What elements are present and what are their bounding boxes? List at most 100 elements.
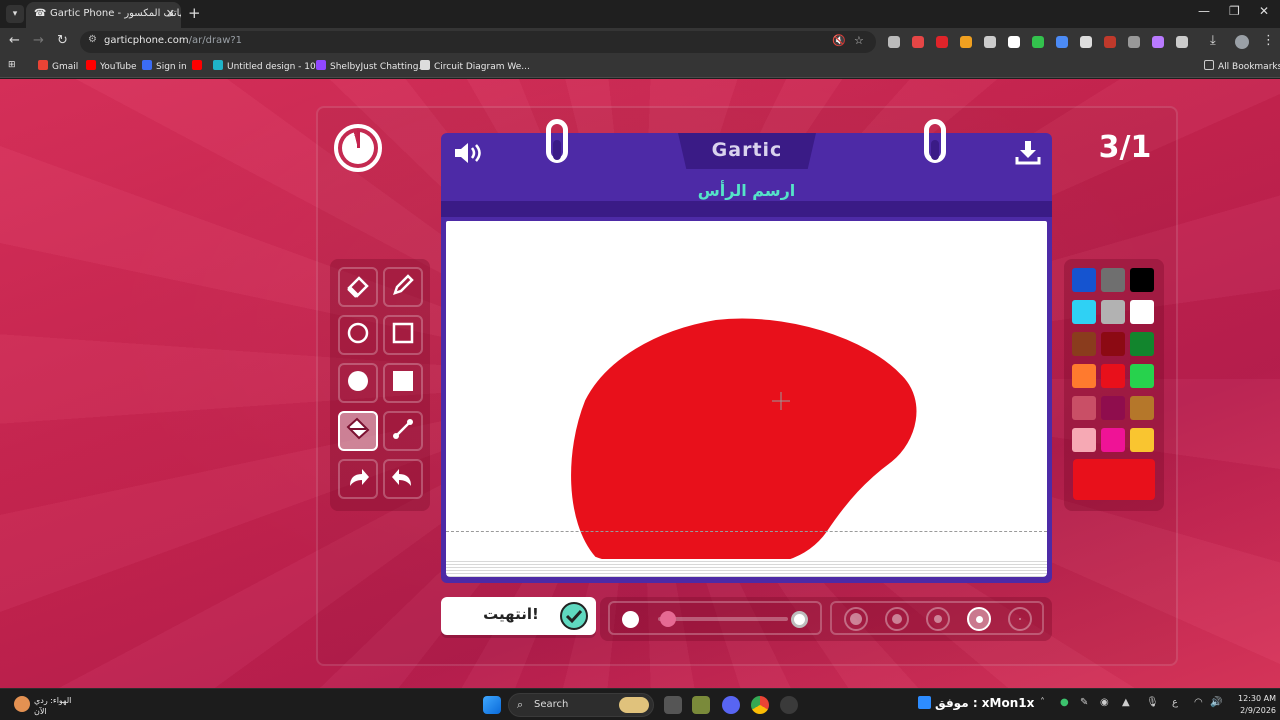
minecraft-icon[interactable] xyxy=(692,696,710,714)
bookmark-item[interactable]: Circuit Diagram We... xyxy=(420,60,530,72)
volume-icon[interactable]: 🔊 xyxy=(1210,697,1222,708)
undo-tool[interactable] xyxy=(383,459,423,499)
downloads-icon[interactable]: ⤓ xyxy=(1210,33,1216,48)
taskbar-search[interactable]: ⌕ Search xyxy=(508,693,654,717)
url-text[interactable]: garticphone.com/ar/draw?1 xyxy=(104,35,242,46)
tray-chevron-icon[interactable]: ˄ xyxy=(1040,697,1045,708)
download-icon[interactable] xyxy=(1015,141,1041,169)
ext-badge-icon[interactable] xyxy=(1104,36,1116,48)
brush-size-4[interactable] xyxy=(885,607,909,631)
site-info-icon[interactable]: ⚙ xyxy=(88,34,97,45)
puzzle-icon[interactable] xyxy=(1176,36,1188,48)
color-swatch[interactable] xyxy=(1101,364,1125,388)
tray-steam-icon[interactable]: ◉ xyxy=(1100,697,1109,708)
color-swatch[interactable] xyxy=(1101,268,1125,292)
bookmarks-bar: ⊞ Gmail YouTube Sign in Untitled design - 1… xyxy=(0,56,1280,78)
windows-start-icon[interactable] xyxy=(483,696,501,714)
ext-red-icon[interactable] xyxy=(912,36,924,48)
color-swatch[interactable] xyxy=(1130,332,1154,356)
sound-muted-icon[interactable]: 🔇 xyxy=(832,34,846,47)
bookmark-item[interactable]: Untitled design - 10... xyxy=(213,60,324,72)
ext-diamond-icon[interactable] xyxy=(1008,36,1020,48)
pencil-icon xyxy=(390,272,416,302)
apps-grid-icon[interactable]: ⊞ xyxy=(8,60,16,70)
ime-indicator[interactable]: ع xyxy=(1172,697,1178,708)
twitch-status[interactable]: موفق : xMon1x xyxy=(918,696,1034,710)
forward-icon[interactable]: → xyxy=(33,33,44,48)
microphone-icon[interactable]: 🎙 xyxy=(1146,697,1159,708)
ext-m-icon[interactable] xyxy=(1080,36,1092,48)
color-swatch[interactable] xyxy=(1072,300,1096,324)
wifi-icon[interactable]: ◠ xyxy=(1194,697,1203,708)
color-swatch[interactable] xyxy=(1130,364,1154,388)
tray-app-icon[interactable]: ▲ xyxy=(1122,697,1130,708)
close-window-icon[interactable]: ✕ xyxy=(1259,4,1269,18)
ext-hand-icon[interactable] xyxy=(960,36,972,48)
tray-pen-icon[interactable]: ✎ xyxy=(1080,697,1088,708)
bookmark-item[interactable]: Gmail xyxy=(38,60,78,72)
done-button[interactable]: انتهيت! xyxy=(441,597,596,635)
drawing-canvas[interactable] xyxy=(446,221,1047,573)
fill-bucket-tool[interactable] xyxy=(338,411,378,451)
ext-record-icon[interactable] xyxy=(936,36,948,48)
color-swatch[interactable] xyxy=(1130,268,1154,292)
rectangle-filled-tool[interactable] xyxy=(383,363,423,403)
color-swatch[interactable] xyxy=(1072,364,1096,388)
chrome-icon[interactable] xyxy=(751,696,769,714)
color-swatch[interactable] xyxy=(1072,332,1096,356)
color-swatch[interactable] xyxy=(1130,300,1154,324)
back-icon[interactable]: ← xyxy=(9,33,20,48)
ext-music-icon[interactable] xyxy=(1152,36,1164,48)
reload-icon[interactable]: ↻ xyxy=(57,33,68,48)
profile-avatar[interactable] xyxy=(1235,35,1249,49)
app-icon[interactable] xyxy=(780,696,798,714)
bookmark-star-icon[interactable]: ☆ xyxy=(854,34,864,47)
all-bookmarks[interactable]: All Bookmarks xyxy=(1204,60,1280,72)
ellipse-outline-tool[interactable] xyxy=(338,315,378,355)
menu-kebab-icon[interactable]: ⋮ xyxy=(1262,33,1275,48)
opacity-track[interactable] xyxy=(658,617,788,621)
task-view-icon[interactable] xyxy=(664,696,682,714)
tab-search-chevron-icon[interactable]: ▾ xyxy=(6,5,24,23)
brush-size-1[interactable] xyxy=(1008,607,1032,631)
rectangle-outline-tool[interactable] xyxy=(383,315,423,355)
pencil-tool[interactable] xyxy=(383,267,423,307)
opacity-slider[interactable] xyxy=(608,601,822,635)
tray-green-icon[interactable]: ● xyxy=(1060,697,1069,708)
ext-text-icon[interactable] xyxy=(1128,36,1140,48)
sound-icon[interactable] xyxy=(453,141,483,169)
close-tab-icon[interactable]: ✕ xyxy=(166,2,175,26)
color-swatch[interactable] xyxy=(1101,300,1125,324)
brush-size-2[interactable] xyxy=(967,607,991,631)
redo-tool[interactable] xyxy=(338,459,378,499)
opacity-thumb[interactable] xyxy=(660,611,676,627)
active-tab[interactable]: ☎ Gartic Phone - الهاتف المكسور ✕ xyxy=(26,2,181,28)
minimize-icon[interactable]: — xyxy=(1198,4,1210,18)
brush-size-5[interactable] xyxy=(844,607,868,631)
eraser-tool[interactable] xyxy=(338,267,378,307)
color-swatch[interactable] xyxy=(1101,428,1125,452)
ellipse-filled-tool[interactable] xyxy=(338,363,378,403)
bookmark-item[interactable]: Sign in xyxy=(142,60,187,72)
new-tab-icon[interactable]: + xyxy=(188,4,201,22)
ext-arrow-icon[interactable] xyxy=(984,36,996,48)
line-tool[interactable] xyxy=(383,411,423,451)
color-swatch[interactable] xyxy=(1072,428,1096,452)
bookmark-item[interactable]: YouTube xyxy=(86,60,137,72)
discord-icon[interactable] xyxy=(722,696,740,714)
color-swatch[interactable] xyxy=(1072,268,1096,292)
ext-translate-icon[interactable] xyxy=(1056,36,1068,48)
color-swatch[interactable] xyxy=(1130,428,1154,452)
ext-battery-icon[interactable] xyxy=(1032,36,1044,48)
address-bar[interactable]: ⚙ garticphone.com/ar/draw?1 🔇 ☆ xyxy=(80,31,876,53)
brush-size-3[interactable] xyxy=(926,607,950,631)
ext-square-icon[interactable] xyxy=(888,36,900,48)
bookmark-item[interactable]: ShelbyJust Chatting... xyxy=(316,60,427,72)
bookmark-item[interactable] xyxy=(192,60,206,72)
color-swatch[interactable] xyxy=(1101,396,1125,420)
color-swatch[interactable] xyxy=(1101,332,1125,356)
maximize-icon[interactable]: ❐ xyxy=(1229,4,1240,18)
color-swatch[interactable] xyxy=(1130,396,1154,420)
system-clock[interactable]: 12:30 AM 2/9/2026 xyxy=(1228,693,1276,717)
color-swatch[interactable] xyxy=(1072,396,1096,420)
